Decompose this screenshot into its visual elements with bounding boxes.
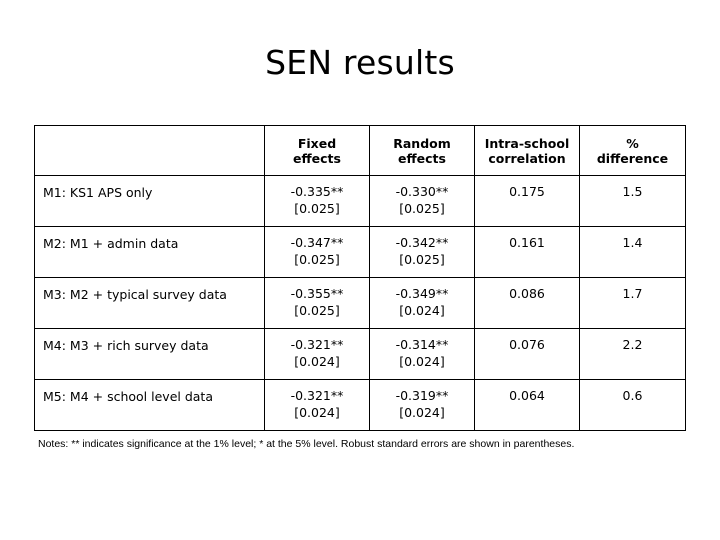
cell-m1-random-effects: -0.330** [0.025]	[369, 175, 475, 227]
cell-m2-percent-difference: 1.4	[579, 226, 686, 278]
cell-m1-intra-school-correlation: 0.175	[474, 175, 580, 227]
page-title: SEN results	[265, 43, 455, 82]
standard-error: [0.024]	[399, 303, 445, 318]
row-label-m3: M3: M2 + typical survey data	[34, 277, 265, 329]
column-header-fixed-effects-line2: effects	[293, 150, 341, 166]
coefficient: -0.330**	[395, 184, 449, 199]
row-label-m4: M4: M3 + rich survey data	[34, 328, 265, 380]
coefficient: -0.321**	[290, 337, 344, 352]
cell-m2-fixed-effects: -0.347** [0.025]	[264, 226, 370, 278]
cell-m5-random-effects: -0.319** [0.024]	[369, 379, 475, 431]
column-header-fixed-effects-line1: Fixed	[297, 135, 337, 151]
standard-error: [0.025]	[294, 252, 340, 267]
cell-m4-intra-school-correlation: 0.076	[474, 328, 580, 380]
table-row: M4: M3 + rich survey data -0.321** [0.02…	[34, 328, 686, 380]
coefficient: -0.319**	[395, 388, 449, 403]
column-header-random-effects-line1: Random	[393, 135, 451, 151]
table-body: M1: KS1 APS only -0.335** [0.025] -0.330…	[34, 175, 686, 431]
cell-m5-percent-difference: 0.6	[579, 379, 686, 431]
slide: SEN results Fixed effects Random effects…	[0, 0, 720, 540]
cell-m2-random-effects: -0.342** [0.025]	[369, 226, 475, 278]
column-header-random-effects: Random effects	[369, 125, 475, 176]
table-header: Fixed effects Random effects Intra-schoo…	[34, 125, 686, 176]
cell-m1-percent-difference: 1.5	[579, 175, 686, 227]
column-header-fixed-effects: Fixed effects	[264, 125, 370, 176]
column-header-intra-school-correlation: Intra-school correlation	[474, 125, 580, 176]
table-row: M1: KS1 APS only -0.335** [0.025] -0.330…	[34, 175, 686, 227]
row-label-m5: M5: M4 + school level data	[34, 379, 265, 431]
header-row: Fixed effects Random effects Intra-schoo…	[34, 125, 686, 176]
standard-error: [0.024]	[399, 354, 445, 369]
standard-error: [0.024]	[294, 354, 340, 369]
column-header-random-effects-line2: effects	[398, 150, 446, 166]
coefficient: -0.314**	[395, 337, 449, 352]
column-header-percent-difference-line2: difference	[596, 150, 669, 166]
results-table: Fixed effects Random effects Intra-schoo…	[34, 125, 686, 431]
coefficient: -0.349**	[395, 286, 449, 301]
cell-m3-percent-difference: 1.7	[579, 277, 686, 329]
standard-error: [0.025]	[399, 201, 445, 216]
cell-m5-intra-school-correlation: 0.064	[474, 379, 580, 431]
cell-m5-fixed-effects: -0.321** [0.024]	[264, 379, 370, 431]
column-header-blank	[34, 125, 265, 176]
standard-error: [0.024]	[399, 405, 445, 420]
standard-error: [0.025]	[294, 303, 340, 318]
cell-m3-random-effects: -0.349** [0.024]	[369, 277, 475, 329]
cell-m2-intra-school-correlation: 0.161	[474, 226, 580, 278]
column-header-percent-difference: % difference	[579, 125, 686, 176]
standard-error: [0.025]	[399, 252, 445, 267]
column-header-intra-school-correlation-line2: correlation	[488, 150, 566, 166]
table-footnote: Notes: ** indicates significance at the …	[38, 438, 575, 450]
coefficient: -0.335**	[290, 184, 344, 199]
cell-m1-fixed-effects: -0.335** [0.025]	[264, 175, 370, 227]
cell-m4-random-effects: -0.314** [0.024]	[369, 328, 475, 380]
coefficient: -0.342**	[395, 235, 449, 250]
column-header-intra-school-correlation-line1: Intra-school	[484, 135, 570, 151]
cell-m4-fixed-effects: -0.321** [0.024]	[264, 328, 370, 380]
standard-error: [0.024]	[294, 405, 340, 420]
cell-m3-fixed-effects: -0.355** [0.025]	[264, 277, 370, 329]
coefficient: -0.321**	[290, 388, 344, 403]
row-label-m1: M1: KS1 APS only	[34, 175, 265, 227]
table-row: M5: M4 + school level data -0.321** [0.0…	[34, 379, 686, 431]
coefficient: -0.355**	[290, 286, 344, 301]
row-label-m2: M2: M1 + admin data	[34, 226, 265, 278]
standard-error: [0.025]	[294, 201, 340, 216]
column-header-percent-difference-line1: %	[626, 135, 639, 151]
table-row: M2: M1 + admin data -0.347** [0.025] -0.…	[34, 226, 686, 278]
coefficient: -0.347**	[290, 235, 344, 250]
table-row: M3: M2 + typical survey data -0.355** [0…	[34, 277, 686, 329]
cell-m4-percent-difference: 2.2	[579, 328, 686, 380]
cell-m3-intra-school-correlation: 0.086	[474, 277, 580, 329]
